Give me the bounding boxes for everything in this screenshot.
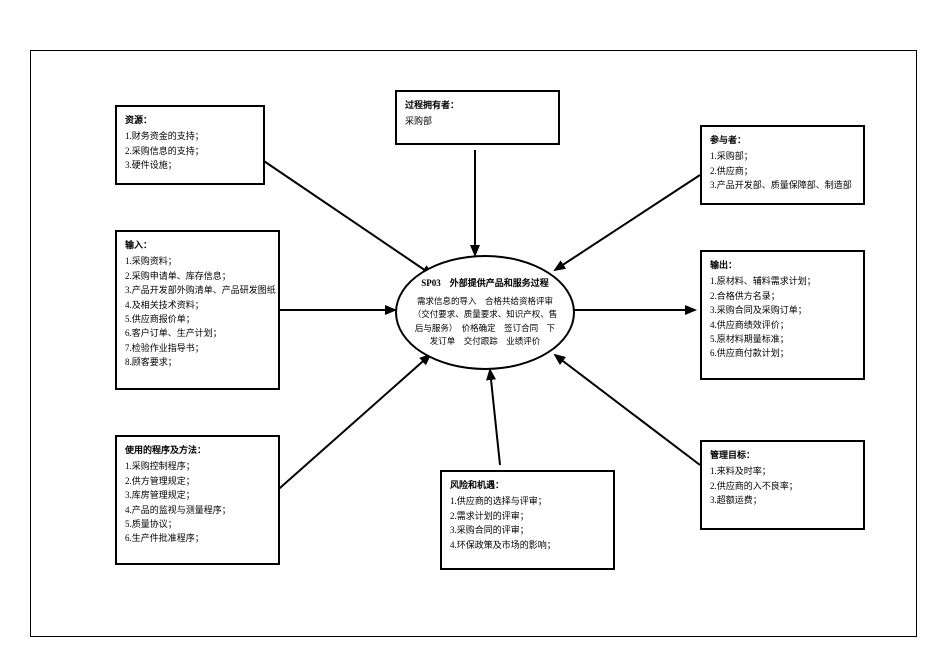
box-output: 输出： 1.原材料、辅料需求计划； 2.合格供方名录； 3.采购合同及采购订单；… — [700, 250, 865, 380]
box-item: 6.生产件批准程序； — [125, 531, 270, 545]
center-process: SP03 外部提供产品和服务过程 需求信息的导入 合格共给资格评审（交付要求、质… — [395, 255, 575, 370]
box-item: 1.采购部； — [710, 149, 855, 163]
box-item: 2.合格供方名录； — [710, 289, 855, 303]
box-title: 风险和机遇： — [450, 478, 605, 492]
box-item: 2.需求计划的评审； — [450, 509, 605, 523]
box-risk: 风险和机遇： 1.供应商的选择与评审； 2.需求计划的评审； 3.采购合同的评审… — [440, 470, 615, 570]
box-item: 6.客户订单、生产计划； — [125, 326, 270, 340]
box-item: 1.采购资料； — [125, 254, 270, 268]
box-item: 1.采购控制程序； — [125, 459, 270, 473]
box-item: 1.来料及时率； — [710, 464, 855, 478]
box-item: 2.采购申请单、库存信息； — [125, 269, 270, 283]
box-item: 4.供应商绩效评价； — [710, 318, 855, 332]
box-item: 3.超额运费； — [710, 493, 855, 507]
box-item: 1.供应商的选择与评审； — [450, 494, 605, 508]
box-participants: 参与者： 1.采购部； 2.供应商； 3.产品开发部、质量保障部、制造部 — [700, 125, 865, 205]
box-item: 3.采购合同的评审； — [450, 523, 605, 537]
box-title: 参与者： — [710, 133, 855, 147]
box-item: 3.硬件设施； — [125, 158, 255, 172]
box-title: 资源： — [125, 113, 255, 127]
box-methods: 使用的程序及方法： 1.采购控制程序； 2.供方管理规定； 3.库房管理规定； … — [115, 435, 280, 565]
box-item: 2.供方管理规定； — [125, 474, 270, 488]
box-resources: 资源： 1.财务资金的支持； 2.采购信息的支持； 3.硬件设施； — [115, 105, 265, 185]
box-title: 输入： — [125, 238, 270, 252]
box-item: 3.产品开发部、质量保障部、制造部 — [710, 178, 855, 192]
box-item: 5.供应商报价单； — [125, 312, 270, 326]
box-item: 4.环保政策及市场的影响； — [450, 538, 605, 552]
center-title: SP03 外部提供产品和服务过程 — [411, 276, 559, 290]
box-title: 输出： — [710, 258, 855, 272]
box-item: 4.及相关技术资料； — [125, 298, 270, 312]
box-item: 3.采购合同及采购订单； — [710, 303, 855, 317]
box-item: 4.产品的监视与测量程序； — [125, 503, 270, 517]
box-item: 2.采购信息的支持； — [125, 144, 255, 158]
box-item: 3.库房管理规定； — [125, 488, 270, 502]
box-item: 采购部 — [405, 114, 550, 128]
diagram-canvas: SP03 外部提供产品和服务过程 需求信息的导入 合格共给资格评审（交付要求、质… — [0, 0, 945, 669]
box-input: 输入： 1.采购资料； 2.采购申请单、库存信息； 3.产品开发部外购清单、产品… — [115, 230, 280, 390]
box-targets: 管理目标： 1.来料及时率； 2.供应商的入不良率； 3.超额运费； — [700, 440, 865, 530]
box-item: 6.供应商付款计划； — [710, 346, 855, 360]
box-title: 管理目标： — [710, 448, 855, 462]
box-item: 1.原材料、辅料需求计划； — [710, 274, 855, 288]
box-item: 2.供应商的入不良率； — [710, 479, 855, 493]
box-item: 5.原材料期量标准； — [710, 332, 855, 346]
center-body: 需求信息的导入 合格共给资格评审（交付要求、质量要求、知识产权、售后与服务） 价… — [411, 295, 559, 349]
box-item: 1.财务资金的支持； — [125, 129, 255, 143]
box-item: 5.质量协议； — [125, 517, 270, 531]
box-item: 7.检验作业指导书； — [125, 341, 270, 355]
box-item: 2.供应商； — [710, 164, 855, 178]
box-process-owner: 过程拥有者： 采购部 — [395, 90, 560, 145]
box-item: 3.产品开发部外购清单、产品研发图纸 — [125, 283, 270, 297]
box-title: 使用的程序及方法： — [125, 443, 270, 457]
box-title: 过程拥有者： — [405, 98, 550, 112]
box-item: 8.顾客要求； — [125, 355, 270, 369]
